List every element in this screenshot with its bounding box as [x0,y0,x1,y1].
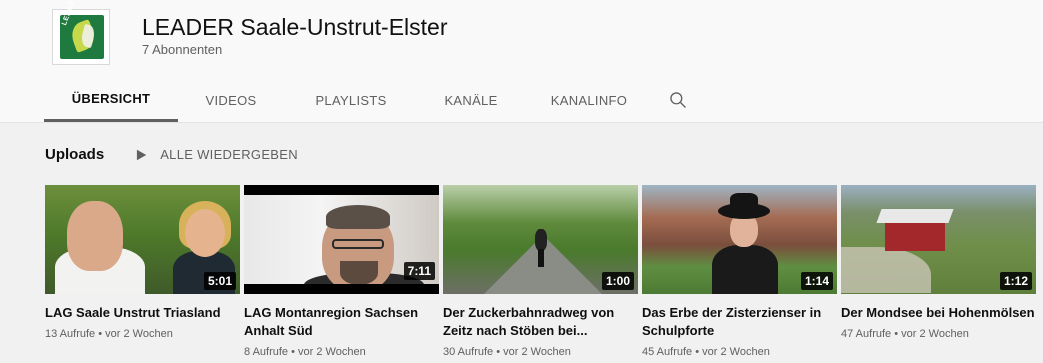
view-count: 30 Aufrufe [443,346,494,358]
upload-age: vor 2 Wochen [105,328,173,340]
search-icon[interactable] [654,78,702,122]
tab-overview[interactable]: ÜBERSICHT [44,78,178,122]
video-meta: 47 Aufrufe • vor 2 Wochen [841,328,1036,340]
upload-age: vor 2 Wochen [901,328,969,340]
video-duration: 7:11 [403,262,435,280]
subscriber-count: 7 Abonnenten [142,42,223,57]
view-count: 8 Aufrufe [244,346,289,358]
video-title[interactable]: Der Zuckerbahnradweg von Zeitz nach Stöb… [443,304,638,340]
play-all-button[interactable]: ALLE WIEDERGEBEN [134,147,298,162]
channel-avatar[interactable]: LEADER [52,0,110,65]
upload-age: vor 2 Wochen [298,346,366,358]
video-thumbnail[interactable]: 5:01 [45,185,240,294]
tab-channels[interactable]: KANÄLE [418,78,524,122]
video-thumbnail[interactable]: 1:12 [841,185,1036,294]
channel-content: Uploads ALLE WIEDERGEBEN 5:01 LAG Saale … [0,122,1043,363]
meta-separator: • [894,328,899,340]
play-icon [137,149,147,160]
video-title[interactable]: LAG Montanregion Sachsen Anhalt Süd [244,304,439,340]
video-duration: 1:12 [999,272,1032,290]
upload-age: vor 2 Wochen [702,346,770,358]
video-card[interactable]: 1:12 Der Mondsee bei Hohenmölsen 47 Aufr… [841,185,1036,340]
shelf-title[interactable]: Uploads [45,146,104,163]
meta-separator: • [98,328,103,340]
video-thumbnail[interactable]: 1:14 [642,185,837,294]
meta-separator: • [496,346,501,358]
video-meta: 13 Aufrufe • vor 2 Wochen [45,328,240,340]
view-count: 45 Aufrufe [642,346,693,358]
uploads-shelf-header: Uploads ALLE WIEDERGEBEN [45,146,298,163]
view-count: 13 Aufrufe [45,328,96,340]
channel-header: LEADER LEADER Saale-Unstrut-Elster 7 Abo… [0,0,1043,122]
video-card[interactable]: 5:01 LAG Saale Unstrut Triasland 13 Aufr… [45,185,240,340]
video-meta: 8 Aufrufe • vor 2 Wochen [244,346,439,358]
meta-separator: • [291,346,295,358]
video-title[interactable]: Der Mondsee bei Hohenmölsen [841,304,1036,322]
video-duration: 1:00 [601,272,634,290]
tab-about[interactable]: KANALINFO [524,78,654,122]
channel-name: LEADER Saale-Unstrut-Elster [142,14,448,40]
video-meta: 30 Aufrufe • vor 2 Wochen [443,346,638,358]
video-card[interactable]: 1:14 Das Erbe der Zisterzienser in Schul… [642,185,837,358]
video-card[interactable]: 1:00 Der Zuckerbahnradweg von Zeitz nach… [443,185,638,358]
play-all-label: ALLE WIEDERGEBEN [160,147,298,162]
tab-playlists[interactable]: PLAYLISTS [284,78,418,122]
channel-tabs: ÜBERSICHT VIDEOS PLAYLISTS KANÄLE KANALI… [44,78,702,122]
tab-videos[interactable]: VIDEOS [178,78,284,122]
upload-age: vor 2 Wochen [503,346,571,358]
video-thumbnail[interactable]: 1:00 [443,185,638,294]
video-duration: 1:14 [800,272,833,290]
video-card[interactable]: 7:11 LAG Montanregion Sachsen Anhalt Süd… [244,185,439,358]
video-duration: 5:01 [203,272,236,290]
video-thumbnail[interactable]: 7:11 [244,185,439,294]
video-title[interactable]: LAG Saale Unstrut Triasland [45,304,240,322]
view-count: 47 Aufrufe [841,328,892,340]
meta-separator: • [695,346,700,358]
video-meta: 45 Aufrufe • vor 2 Wochen [642,346,837,358]
video-title[interactable]: Das Erbe der Zisterzienser in Schulpfort… [642,304,837,340]
